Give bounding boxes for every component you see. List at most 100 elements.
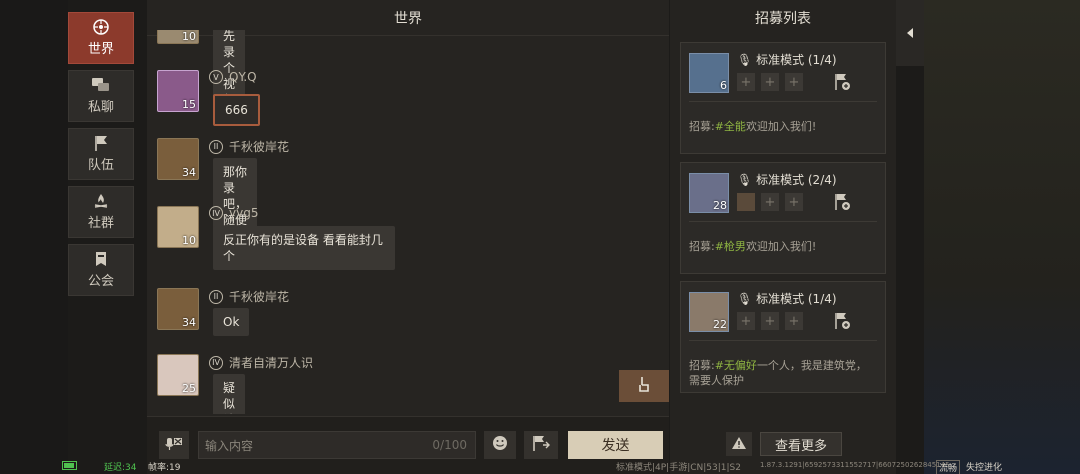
- recruit-card[interactable]: 6 🎙 标准模式 (1/4) + + + 招募:#全能欢迎加入我们!: [680, 42, 886, 154]
- emoji-button[interactable]: [484, 431, 516, 459]
- mode-text: 标准模式 (2/4): [756, 173, 837, 187]
- avatar[interactable]: 34: [157, 138, 199, 180]
- nav-label: 私聊: [87, 100, 114, 115]
- nav-item-team[interactable]: 队伍: [68, 128, 134, 180]
- message-bubble: 反正你有的是设备 看看能封几个: [213, 226, 395, 270]
- nav-label: 世界: [87, 42, 114, 57]
- chat-message: 10 IV yyg5 反正你有的是设备 看看能封几个: [157, 206, 395, 270]
- recruit-panel: 招募列表 6 🎙 标准模式 (1/4) + + + 招募:#全能欢迎加入我们! …: [670, 0, 896, 474]
- brand-logo: 失控进化: [966, 463, 1003, 473]
- report-button[interactable]: [726, 432, 752, 456]
- avatar-level: 34: [182, 166, 196, 179]
- recruit-description: 招募:#全能欢迎加入我们!: [689, 120, 817, 133]
- join-flag-icon[interactable]: [833, 193, 851, 211]
- avatar[interactable]: 25: [157, 354, 199, 396]
- recruit-card[interactable]: 28 🎙 标准模式 (2/4) + + 招募:#枪男欢迎加入我们!: [680, 162, 886, 274]
- mode-label: 🎙 标准模式 (1/4): [737, 290, 837, 307]
- battery-icon: [62, 461, 77, 470]
- globe-icon: [92, 19, 110, 35]
- mode-label: 🎙 标准模式 (2/4): [737, 171, 837, 188]
- rank-badge-icon: II: [209, 289, 223, 304]
- divider: [689, 340, 877, 341]
- mode-text: 标准模式 (1/4): [756, 53, 837, 67]
- username[interactable]: QY.Q: [229, 70, 257, 84]
- avatar-level: 22: [713, 318, 727, 331]
- collapse-panel-button[interactable]: [896, 0, 924, 66]
- nav-item-private[interactable]: 私聊: [68, 70, 134, 122]
- avatar[interactable]: 10: [157, 206, 199, 248]
- username[interactable]: 清者自清万人识: [229, 354, 313, 371]
- avatar[interactable]: 6: [689, 53, 729, 93]
- avatar[interactable]: 28: [689, 173, 729, 213]
- message-bubble: 666: [213, 94, 260, 126]
- chat-input-placeholder: 输入内容: [205, 438, 254, 453]
- char-count: 0/100: [432, 438, 467, 452]
- chat-message: 34 II 千秋彼岸花 那你录吧，随便录。: [157, 138, 289, 250]
- message-bubble: 疑似被打破防: [213, 374, 246, 414]
- empty-slot[interactable]: +: [785, 312, 803, 330]
- mic-muted-icon: [165, 436, 183, 455]
- recruit-description: 招募:#无偏好一个人，我是建筑党，需要人保护: [689, 359, 867, 387]
- nav-item-world[interactable]: 世界: [68, 12, 134, 64]
- send-button[interactable]: 发送: [568, 431, 663, 459]
- join-flag-icon[interactable]: [833, 312, 851, 330]
- avatar-level: 34: [182, 316, 196, 329]
- chat-message: 10 先录个视频: [157, 30, 246, 114]
- avatar[interactable]: 22: [689, 292, 729, 332]
- team-invite-button[interactable]: [524, 431, 558, 459]
- empty-slot[interactable]: +: [785, 193, 803, 211]
- nav-label: 公会: [87, 274, 114, 289]
- empty-slot[interactable]: +: [785, 73, 803, 91]
- empty-slot[interactable]: +: [737, 73, 755, 91]
- rank-badge-icon: IV: [209, 355, 223, 370]
- nav-item-guild[interactable]: 公会: [68, 244, 134, 296]
- fps-readout: 帧率:19: [148, 463, 181, 473]
- avatar[interactable]: 15: [157, 70, 199, 112]
- recruit-title: 招募列表: [755, 11, 811, 27]
- chat-message-list[interactable]: 10 先录个视频 15 V QY.Q 666 34 II 千秋彼岸花 那你录吧，…: [147, 30, 669, 414]
- avatar-level: 10: [182, 30, 196, 43]
- chat-message: 15 V QY.Q 666: [157, 70, 260, 126]
- empty-slot[interactable]: +: [761, 73, 779, 91]
- game-background: [924, 0, 1080, 474]
- recruit-tag: #全能: [714, 120, 746, 133]
- chat-bubbles-icon: [92, 77, 110, 93]
- chat-input[interactable]: 输入内容 0/100: [198, 431, 476, 459]
- recruit-card[interactable]: 22 🎙 标准模式 (1/4) + + + 招募:#无偏好一个人，我是建筑党，需…: [680, 281, 886, 393]
- smiley-icon: [492, 435, 508, 455]
- network-status: 流畅: [936, 460, 961, 474]
- empty-slot[interactable]: +: [737, 312, 755, 330]
- username[interactable]: 千秋彼岸花: [229, 288, 289, 305]
- mic-icon: 🎙: [737, 292, 753, 306]
- avatar[interactable]: 34: [157, 288, 199, 330]
- flag-arrow-icon: [531, 435, 551, 455]
- username[interactable]: yyg5: [229, 206, 258, 220]
- warning-icon: [731, 435, 747, 454]
- filled-slot-avatar[interactable]: [737, 193, 755, 211]
- rank-badge-icon: II: [209, 139, 223, 154]
- scroll-to-latest-button[interactable]: [619, 370, 669, 402]
- divider: [689, 101, 877, 102]
- avatar-level: 28: [713, 199, 727, 212]
- username[interactable]: 千秋彼岸花: [229, 138, 289, 155]
- status-bar: 延迟:34 帧率:19 标准模式|4P|手游|CN|53|1|S2 1.87.3…: [0, 458, 1080, 474]
- banner-icon: [92, 251, 110, 267]
- flag-icon: [92, 135, 110, 151]
- chat-message: 25 IV 清者自清万人识 疑似被打破防: [157, 354, 313, 414]
- message-meta: II 千秋彼岸花: [209, 138, 289, 155]
- voice-toggle-button[interactable]: [159, 431, 189, 459]
- join-flag-icon[interactable]: [833, 73, 851, 91]
- mode-label: 🎙 标准模式 (1/4): [737, 51, 837, 68]
- view-more-button[interactable]: 查看更多: [760, 432, 842, 456]
- recruit-tag: #枪男: [714, 240, 746, 253]
- triangle-left-icon: [906, 24, 914, 43]
- recruit-tag: #无偏好: [714, 359, 757, 372]
- side-nav: 世界 私聊 队伍 社群 公会: [68, 12, 134, 302]
- nav-item-community[interactable]: 社群: [68, 186, 134, 238]
- avatar[interactable]: 10: [157, 30, 199, 44]
- mic-icon: 🎙: [737, 173, 753, 187]
- empty-slot[interactable]: +: [761, 312, 779, 330]
- empty-slot[interactable]: +: [761, 193, 779, 211]
- message-meta: II 千秋彼岸花: [209, 288, 289, 305]
- hand-point-icon: [637, 376, 651, 396]
